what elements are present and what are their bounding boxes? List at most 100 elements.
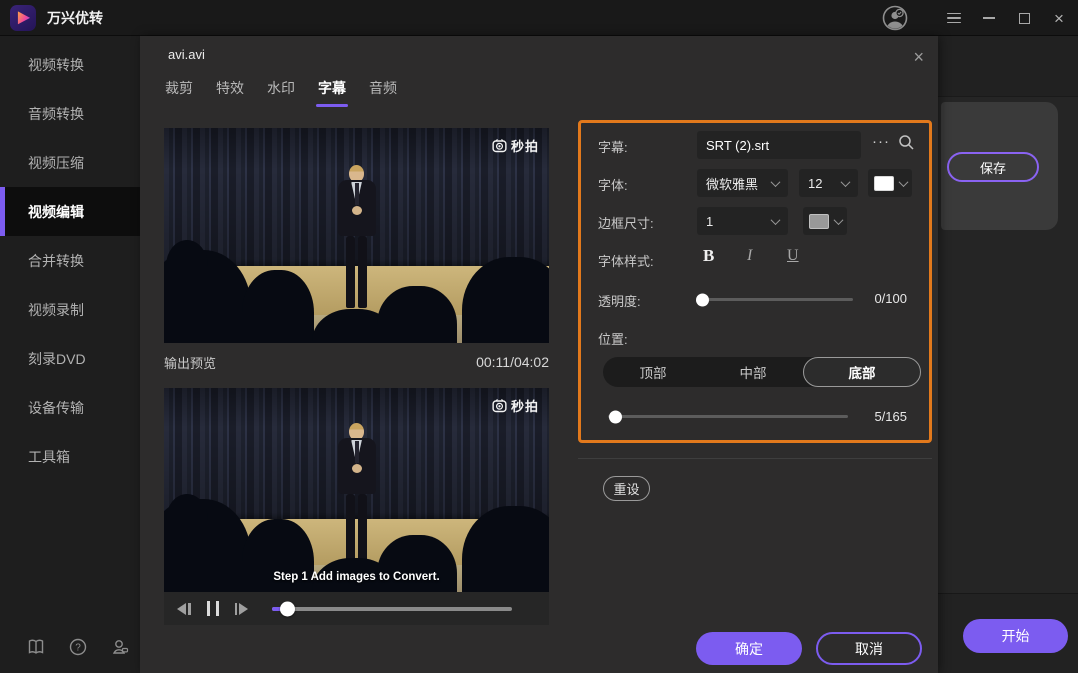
sidebar-item-audio-convert[interactable]: 音频转换	[0, 89, 140, 138]
save-button[interactable]: 保存	[947, 152, 1039, 182]
border-size-label: 边框尺寸:	[598, 213, 654, 232]
titlebar: 万兴优转 ×	[0, 0, 1078, 36]
border-color-dropdown[interactable]	[803, 207, 847, 235]
cancel-button[interactable]: 取消	[816, 632, 922, 665]
font-color-swatch	[874, 176, 894, 191]
previous-frame-icon[interactable]	[177, 603, 191, 615]
subtitle-file-input[interactable]	[697, 131, 861, 159]
underline-button[interactable]: U	[787, 247, 799, 265]
audience-silhouette	[242, 270, 314, 343]
dialog-title: avi.avi	[168, 47, 205, 62]
playback-time: 00:11/04:02	[476, 354, 549, 370]
watermark-text: 秒拍	[511, 136, 539, 155]
account-avatar-icon[interactable]	[882, 5, 908, 31]
ok-button[interactable]: 确定	[696, 632, 802, 665]
chevron-down-icon	[899, 177, 909, 187]
maximize-icon[interactable]	[1017, 11, 1031, 25]
position-value: 5/165	[874, 409, 907, 424]
border-size-dropdown[interactable]: 1	[697, 207, 788, 235]
font-family-dropdown[interactable]: 微软雅黑	[697, 169, 788, 197]
bold-button[interactable]: B	[703, 246, 714, 266]
rendered-subtitle-text: Step 1 Add images to Convert.	[164, 571, 549, 583]
tab-watermark[interactable]: 水印	[267, 78, 295, 107]
next-frame-icon[interactable]	[235, 603, 249, 615]
chevron-down-icon	[834, 215, 844, 225]
svg-text:?: ?	[75, 643, 81, 654]
sidebar-item-burn-dvd[interactable]: 刻录DVD	[0, 334, 140, 383]
font-label: 字体:	[598, 175, 628, 194]
output-preview-label: 输出预览	[164, 353, 216, 372]
sidebar-item-device-transfer[interactable]: 设备传输	[0, 383, 140, 432]
watermark: 秒拍	[492, 136, 539, 155]
main-window-right: 保存 开始	[938, 36, 1078, 673]
window-controls: ×	[947, 0, 1066, 36]
sidebar: 视频转换 音频转换 视频压缩 视频编辑 合并转换 视频录制 刻录DVD 设备传输…	[0, 36, 140, 673]
start-button[interactable]: 开始	[963, 619, 1068, 653]
tab-effects[interactable]: 特效	[216, 78, 244, 107]
watermark: 秒拍	[492, 396, 539, 415]
minimize-icon[interactable]	[982, 11, 996, 25]
audience-silhouette	[166, 494, 208, 546]
app-window: 万兴优转 × 视频转换 音频转换 视频压缩 视频编辑 合并转换 视频录制	[0, 0, 1078, 673]
chevron-down-icon	[841, 177, 851, 187]
camera-watermark-icon	[492, 138, 507, 153]
position-segmented-control: 顶部 中部 底部	[603, 357, 921, 387]
main-bottom-bar: 开始	[938, 593, 1078, 673]
sidebar-item-video-compress[interactable]: 视频压缩	[0, 138, 140, 187]
tab-audio[interactable]: 音频	[369, 78, 397, 107]
subtitle-file-label: 字幕:	[598, 137, 628, 156]
tab-crop[interactable]: 裁剪	[165, 78, 193, 107]
watermark-text: 秒拍	[511, 396, 539, 415]
position-label: 位置:	[598, 329, 628, 348]
sidebar-item-toolbox[interactable]: 工具箱	[0, 432, 140, 481]
edit-dialog: avi.avi × 裁剪 特效 水印 字幕 音频	[140, 36, 938, 673]
position-bottom-option[interactable]: 底部	[803, 357, 921, 387]
app-logo-icon	[10, 5, 36, 31]
app-title: 万兴优转	[47, 8, 103, 28]
opacity-slider-thumb[interactable]	[696, 293, 709, 306]
browse-more-button[interactable]: ···	[872, 133, 890, 150]
border-color-swatch	[809, 214, 829, 229]
divider	[578, 458, 932, 459]
sidebar-item-video-convert[interactable]: 视频转换	[0, 40, 140, 89]
dialog-close-icon[interactable]: ×	[913, 48, 924, 66]
search-subtitle-icon[interactable]	[898, 134, 915, 156]
position-top-option[interactable]: 顶部	[603, 357, 703, 387]
seek-slider[interactable]	[272, 607, 512, 611]
italic-button[interactable]: I	[747, 247, 752, 265]
user-guide-book-icon[interactable]	[26, 637, 46, 657]
sidebar-item-video-edit[interactable]: 视频编辑	[0, 187, 140, 236]
opacity-slider[interactable]	[698, 298, 853, 301]
seek-thumb[interactable]	[280, 601, 295, 616]
border-size-value: 1	[706, 214, 713, 229]
font-size-value: 12	[808, 176, 822, 191]
close-window-icon[interactable]: ×	[1052, 11, 1066, 25]
sidebar-item-screen-record[interactable]: 视频录制	[0, 285, 140, 334]
audience-silhouette	[166, 240, 208, 292]
tab-subtitle[interactable]: 字幕	[318, 78, 346, 107]
camera-watermark-icon	[492, 398, 507, 413]
account-contact-icon[interactable]	[110, 637, 130, 657]
output-preview-video: 秒拍	[164, 128, 549, 343]
player-bar	[164, 592, 549, 625]
menu-icon[interactable]	[947, 11, 961, 25]
sidebar-footer: ?	[26, 637, 130, 657]
preview-caption-row: 输出预览 00:11/04:02	[164, 350, 549, 374]
position-middle-option[interactable]: 中部	[703, 357, 803, 387]
help-icon[interactable]: ?	[68, 637, 88, 657]
sidebar-item-merge-convert[interactable]: 合并转换	[0, 236, 140, 285]
dialog-tabs: 裁剪 特效 水印 字幕 音频	[165, 78, 397, 107]
position-slider[interactable]	[608, 415, 848, 418]
reset-button[interactable]: 重设	[603, 476, 650, 501]
chevron-down-icon	[771, 177, 781, 187]
position-slider-thumb[interactable]	[609, 410, 622, 423]
source-preview-video: 秒拍 Step 1 Add images to Convert.	[164, 388, 549, 592]
opacity-value: 0/100	[874, 291, 907, 306]
subtitle-settings-panel: 字幕: ··· 字体: 微软雅黑 12 边框尺寸: 1	[578, 120, 932, 443]
main-toolbar-fragment	[938, 36, 1078, 97]
pause-icon[interactable]	[207, 601, 219, 616]
task-card: 保存	[941, 102, 1058, 230]
font-size-dropdown[interactable]: 12	[799, 169, 858, 197]
font-color-dropdown[interactable]	[868, 169, 912, 197]
font-family-value: 微软雅黑	[706, 174, 758, 193]
